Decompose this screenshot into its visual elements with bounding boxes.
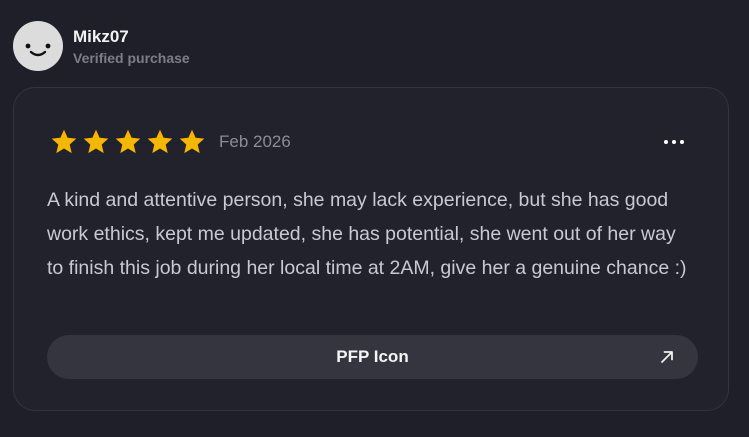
star-icon <box>51 129 77 154</box>
more-options-button[interactable] <box>664 134 688 150</box>
review-page: Mikz07 Verified purchase Feb 2026 A kind… <box>0 0 749 437</box>
star-icon <box>147 129 173 154</box>
product-link-label: PFP Icon <box>336 347 409 366</box>
reviewer-meta: Mikz07 Verified purchase <box>73 26 190 67</box>
avatar <box>13 21 63 71</box>
review-text: A kind and attentive person, she may lac… <box>47 189 687 279</box>
review-card: Feb 2026 A kind and attentive person, sh… <box>13 87 729 411</box>
product-link-button[interactable]: PFP Icon <box>47 335 698 379</box>
rating-row: Feb 2026 <box>50 128 291 156</box>
review-date: Feb 2026 <box>219 132 291 151</box>
star-icon <box>115 129 141 154</box>
star-icon <box>179 129 205 154</box>
more-horizontal-icon <box>664 140 684 144</box>
arrow-up-right-icon <box>661 351 673 363</box>
star-rating <box>50 128 210 156</box>
star-icon <box>83 129 109 154</box>
reviewer-header: Mikz07 Verified purchase <box>13 21 190 71</box>
smiley-face-icon <box>25 43 51 57</box>
reviewer-name: Mikz07 <box>73 26 129 46</box>
verified-purchase-label: Verified purchase <box>73 49 190 66</box>
